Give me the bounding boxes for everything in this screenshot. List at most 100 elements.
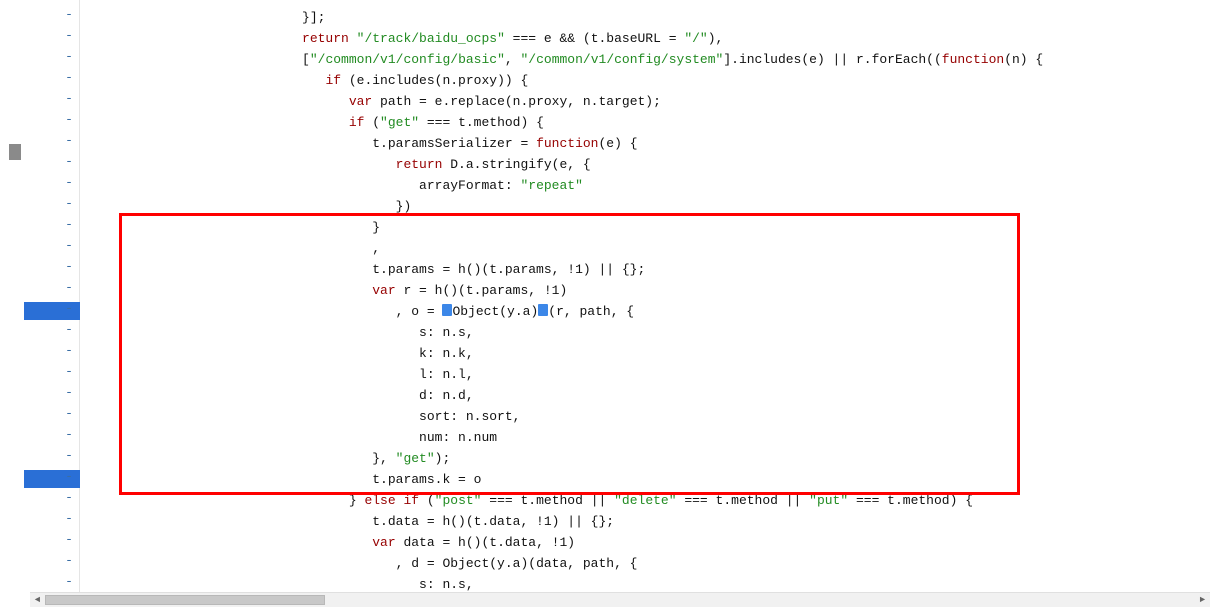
- chevron-left-icon: ◄: [35, 595, 40, 605]
- code-line[interactable]: arrayFormat: "repeat": [80, 175, 583, 196]
- diff-minus-icon: -: [64, 133, 74, 148]
- scroll-right-button[interactable]: ►: [1195, 593, 1210, 607]
- code-line[interactable]: k: n.k,: [80, 343, 474, 364]
- code-line[interactable]: t.paramsSerializer = function(e) {: [80, 133, 638, 154]
- diff-minus-icon: -: [64, 574, 74, 589]
- code-token: "/": [684, 31, 707, 46]
- inline-badge-icon: [442, 304, 452, 316]
- code-token: === t.method) {: [848, 493, 973, 508]
- code-line[interactable]: var path = e.replace(n.proxy, n.target);: [80, 91, 661, 112]
- code-token: "delete": [614, 493, 676, 508]
- code-line[interactable]: , d = Object(y.a)(data, path, {: [80, 553, 637, 574]
- code-line[interactable]: d: n.d,: [80, 385, 474, 406]
- code-line[interactable]: t.params = h()(t.params, !1) || {};: [80, 259, 645, 280]
- code-line[interactable]: }): [80, 196, 411, 217]
- diff-minus-icon: -: [64, 469, 74, 484]
- diff-minus-icon: -: [64, 154, 74, 169]
- code-line[interactable]: if ("get" === t.method) {: [80, 112, 544, 133]
- code-token: if: [349, 115, 372, 130]
- code-line[interactable]: }, "get");: [80, 448, 450, 469]
- code-token: var: [372, 283, 403, 298]
- code-token: "repeat": [520, 178, 582, 193]
- diff-minus-icon: -: [64, 322, 74, 337]
- code-line[interactable]: num: n.num: [80, 427, 497, 448]
- code-token: return: [396, 157, 451, 172]
- code-token: t.paramsSerializer =: [372, 136, 536, 151]
- code-line[interactable]: return D.a.stringify(e, {: [80, 154, 591, 175]
- diff-minus-icon: -: [64, 238, 74, 253]
- code-line[interactable]: }: [80, 217, 380, 238]
- code-token: "post": [435, 493, 482, 508]
- code-line[interactable]: t.params.k = o: [80, 469, 481, 490]
- code-token: (: [372, 115, 380, 130]
- code-token: Object(y.a): [452, 304, 538, 319]
- code-line[interactable]: var data = h()(t.data, !1): [80, 532, 575, 553]
- code-token: s: n.s,: [419, 325, 474, 340]
- code-token: ,: [372, 241, 380, 256]
- code-token: l: n.l,: [419, 367, 474, 382]
- code-token: function: [942, 52, 1004, 67]
- code-token: s: n.s,: [419, 577, 474, 592]
- diff-minus-icon: -: [64, 490, 74, 505]
- scroll-left-button[interactable]: ◄: [30, 593, 45, 607]
- editor-root: ---------------------------- }]; return …: [0, 0, 1210, 607]
- code-line[interactable]: , o = Object(y.a) (r, path, {: [80, 301, 634, 322]
- code-token: , d = Object(y.a)(data, path, {: [396, 556, 638, 571]
- code-line[interactable]: ["/common/v1/config/basic", "/common/v1/…: [80, 49, 1043, 70]
- code-token: function: [536, 136, 598, 151]
- diff-minus-icon: -: [64, 280, 74, 295]
- code-token: === e && (t.baseURL =: [505, 31, 684, 46]
- diff-minus-icon: -: [64, 49, 74, 64]
- code-token: else if: [364, 493, 426, 508]
- code-token: }): [396, 199, 412, 214]
- code-token: k: n.k,: [419, 346, 474, 361]
- diff-minus-icon: -: [64, 511, 74, 526]
- code-line[interactable]: s: n.s,: [80, 322, 474, 343]
- inline-badge-icon: [538, 304, 548, 316]
- overview-ruler-mark: [9, 144, 21, 160]
- diff-minus-icon: -: [64, 7, 74, 22]
- diff-minus-icon: -: [64, 364, 74, 379]
- code-token: === t.method ||: [677, 493, 810, 508]
- code-line[interactable]: if (e.includes(n.proxy)) {: [80, 70, 528, 91]
- code-token: "put": [809, 493, 848, 508]
- code-area[interactable]: }]; return "/track/baidu_ocps" === e && …: [80, 0, 1210, 592]
- code-token: ),: [708, 31, 724, 46]
- diff-minus-icon: -: [64, 406, 74, 421]
- code-token: (r, path, {: [548, 304, 634, 319]
- code-line[interactable]: ,: [80, 238, 380, 259]
- horizontal-scrollbar[interactable]: ◄ ►: [30, 592, 1210, 607]
- code-token: === t.method ||: [481, 493, 614, 508]
- diff-minus-icon: -: [64, 70, 74, 85]
- code-line[interactable]: } else if ("post" === t.method || "delet…: [80, 490, 973, 511]
- code-line[interactable]: sort: n.sort,: [80, 406, 520, 427]
- code-token: (n) {: [1004, 52, 1043, 67]
- diff-minus-icon: -: [64, 532, 74, 547]
- code-token: return: [302, 31, 357, 46]
- code-token: , o =: [396, 304, 443, 319]
- code-line[interactable]: l: n.l,: [80, 364, 474, 385]
- code-line[interactable]: return "/track/baidu_ocps" === e && (t.b…: [80, 28, 723, 49]
- code-token: t.params = h()(t.params, !1) || {};: [372, 262, 645, 277]
- code-token: d: n.d,: [419, 388, 474, 403]
- code-token: === t.method) {: [419, 115, 544, 130]
- diff-minus-icon: -: [64, 217, 74, 232]
- code-token: (: [427, 493, 435, 508]
- code-line[interactable]: s: n.s,: [80, 574, 474, 592]
- code-token: sort: n.sort,: [419, 409, 520, 424]
- diff-minus-icon: -: [64, 91, 74, 106]
- diff-minus-icon: -: [64, 301, 74, 316]
- code-token: }: [372, 220, 380, 235]
- code-token: data = h()(t.data, !1): [403, 535, 575, 550]
- diff-minus-icon: -: [64, 427, 74, 442]
- code-token: "/common/v1/config/system": [521, 52, 724, 67]
- code-token: "get": [380, 115, 419, 130]
- scroll-track[interactable]: [45, 593, 1195, 607]
- scroll-thumb[interactable]: [45, 595, 325, 605]
- code-line[interactable]: var r = h()(t.params, !1): [80, 280, 567, 301]
- code-token: if: [325, 73, 348, 88]
- code-token: arrayFormat:: [419, 178, 520, 193]
- code-line[interactable]: }];: [80, 7, 325, 28]
- code-token: },: [372, 451, 395, 466]
- code-line[interactable]: t.data = h()(t.data, !1) || {};: [80, 511, 614, 532]
